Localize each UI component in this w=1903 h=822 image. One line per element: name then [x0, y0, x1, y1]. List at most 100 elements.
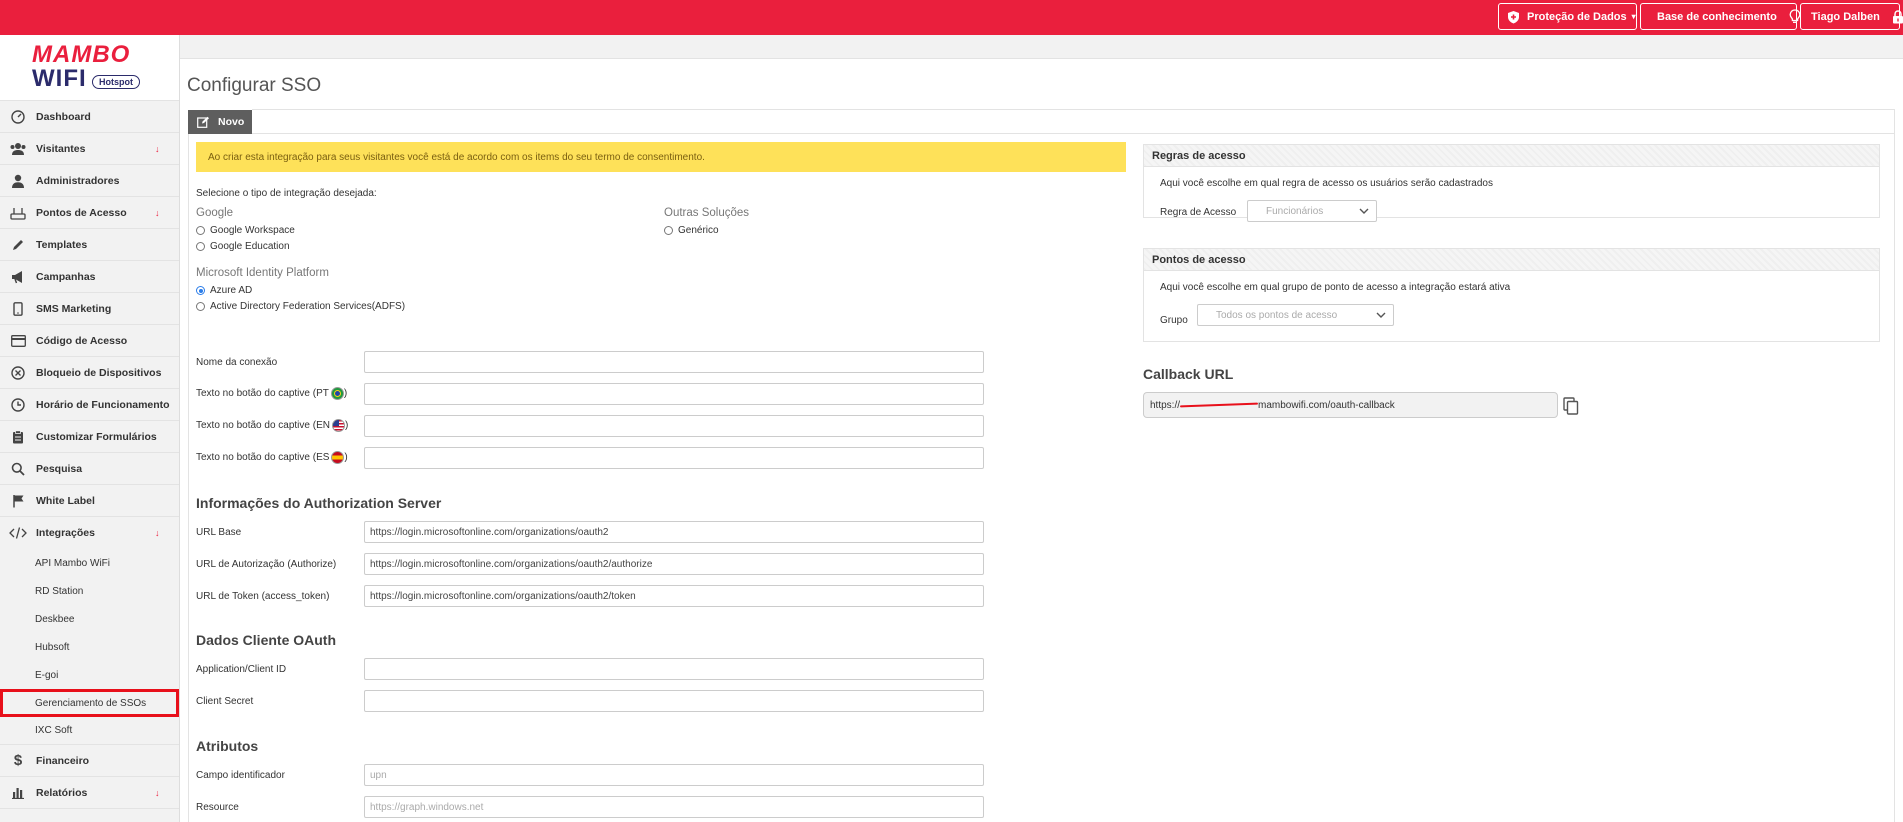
sidebar-subitem-e-goi[interactable]: E-goi: [0, 661, 179, 689]
sidebar-subitem-ixc-soft[interactable]: IXC Soft: [0, 717, 179, 745]
captive-es-label: Texto no botão do captive (ES ): [196, 451, 348, 464]
radio-label: Genérico: [678, 225, 719, 236]
captive-en-input[interactable]: [364, 415, 984, 437]
resource-label: Resource: [196, 802, 239, 813]
authorize-url-input[interactable]: https://login.microsoftonline.com/organi…: [364, 553, 984, 575]
lock-icon: [1892, 9, 1903, 23]
knowledge-base-button[interactable]: Base de conhecimento: [1640, 3, 1801, 30]
sidebar-item-pontos-de-acesso[interactable]: Pontos de Acesso ↓: [0, 197, 179, 229]
captive-es-input[interactable]: [364, 447, 984, 469]
knowledge-base-label: Base de conhecimento: [1657, 10, 1777, 23]
tab-novo[interactable]: Novo: [188, 110, 252, 134]
resource-input[interactable]: https://graph.windows.net: [364, 796, 984, 818]
radio-label: Google Education: [210, 241, 290, 252]
usa-flag-icon: [331, 419, 345, 432]
code-icon: [9, 525, 27, 541]
access-rules-description: Aqui você escolhe em qual regra de acess…: [1160, 178, 1493, 189]
radio-button[interactable]: [664, 226, 673, 235]
sidebar-item-label: Integrações: [36, 527, 95, 539]
client-id-label: Application/Client ID: [196, 664, 287, 675]
radio-button[interactable]: [196, 242, 205, 251]
user-menu-button[interactable]: Tiago Dalben: [1800, 3, 1903, 30]
base-url-input[interactable]: https://login.microsoftonline.com/organi…: [364, 521, 984, 543]
sidebar-item-administradores[interactable]: Administradores: [0, 165, 179, 197]
sidebar-item-financeiro[interactable]: $ Financeiro: [0, 745, 179, 777]
users-icon: [9, 141, 27, 157]
brand-badge: Hotspot: [92, 75, 140, 89]
sidebar-item-codigo-de-acesso[interactable]: Código de Acesso: [0, 325, 179, 357]
sidebar-item-bloqueio-de-dispositivos[interactable]: Bloqueio de Dispositivos: [0, 357, 179, 389]
close-paren: ): [344, 452, 348, 463]
sidebar-item-label: SMS Marketing: [36, 302, 112, 315]
integration-type-prompt: Selecione o tipo de integração desejada:: [196, 188, 377, 199]
sidebar-item-relatorios[interactable]: Relatórios ↓: [0, 777, 179, 809]
sidebar-subitem-gerenciamento-de-ssos[interactable]: Gerenciamento de SSOs: [0, 689, 179, 717]
callback-url-field[interactable]: https:// mambowifi.com/oauth-callback: [1143, 392, 1558, 418]
sidebar-item-white-label[interactable]: White Label: [0, 485, 179, 517]
radio-label: Google Workspace: [210, 225, 295, 236]
main-content: Configurar SSO Novo Ao criar esta integr…: [180, 35, 1903, 822]
phone-icon: [9, 301, 27, 317]
copy-icon[interactable]: [1563, 397, 1579, 415]
sidebar-item-sms-marketing[interactable]: SMS Marketing: [0, 293, 179, 325]
sidebar-item-label: Templates: [36, 238, 88, 251]
sidebar-item-label: Pontos de Acesso: [36, 206, 127, 219]
sidebar-item-label: Dashboard: [36, 110, 91, 123]
shield-icon: [1508, 10, 1519, 23]
radio-button-selected[interactable]: [196, 286, 205, 295]
sidebar-item-label: Código de Acesso: [36, 334, 128, 347]
radio-label: Active Directory Federation Services(ADF…: [210, 301, 406, 312]
sidebar: MAMBO WIFI Hotspot Dashboard Visitantes …: [0, 35, 180, 822]
radio-button[interactable]: [196, 226, 205, 235]
sidebar-subitem-deskbee[interactable]: Deskbee: [0, 605, 179, 633]
radio-label: Azure AD: [210, 285, 253, 296]
redacted-mark: [1180, 401, 1258, 409]
clipboard-icon: [9, 429, 27, 445]
sidebar-item-dashboard[interactable]: Dashboard: [0, 101, 179, 133]
sidebar-item-visitantes[interactable]: Visitantes ↓: [0, 133, 179, 165]
expand-arrow-icon: ↓: [155, 788, 160, 798]
identifier-input[interactable]: upn: [364, 764, 984, 786]
sidebar-item-label: Horário de Funcionamento: [36, 398, 170, 411]
microsoft-section-label: Microsoft Identity Platform: [196, 267, 329, 279]
radio-google-workspace[interactable]: Google Workspace: [196, 225, 295, 236]
data-protection-button[interactable]: Proteção de Dados ▾: [1498, 3, 1637, 30]
chevron-down-icon: [1359, 208, 1369, 214]
block-icon: [9, 365, 27, 381]
brand-logo[interactable]: MAMBO WIFI Hotspot: [0, 35, 179, 101]
captive-pt-input[interactable]: [364, 383, 984, 405]
sidebar-item-horario-de-funcionamento[interactable]: Horário de Funcionamento: [0, 389, 179, 421]
sidebar-item-campanhas[interactable]: Campanhas: [0, 261, 179, 293]
radio-button[interactable]: [196, 302, 205, 311]
group-select[interactable]: Todos os pontos de acesso: [1197, 304, 1394, 326]
search-icon: [9, 461, 27, 477]
tab-novo-label: Novo: [218, 116, 245, 128]
megaphone-icon: [9, 269, 27, 285]
sidebar-item-label: White Label: [36, 494, 95, 507]
sidebar-item-customizar-formularios[interactable]: Customizar Formulários: [0, 421, 179, 453]
tab-bar-line: [252, 109, 1895, 134]
sidebar-subitem-hubsoft[interactable]: Hubsoft: [0, 633, 179, 661]
client-secret-input[interactable]: [364, 690, 984, 712]
radio-azure-ad[interactable]: Azure AD: [196, 285, 252, 296]
caret-down-icon: ▾: [1631, 12, 1636, 21]
access-rule-select[interactable]: Funcionários: [1247, 200, 1377, 222]
radio-google-education[interactable]: Google Education: [196, 241, 290, 252]
captive-pt-label: Texto no botão do captive (PT ): [196, 387, 347, 400]
token-url-input[interactable]: https://login.microsoftonline.com/organi…: [364, 585, 984, 607]
oauth-heading: Dados Cliente OAuth: [196, 632, 337, 648]
access-rules-title: Regras de acesso: [1144, 145, 1879, 167]
sidebar-subitem-rd-station[interactable]: RD Station: [0, 577, 179, 605]
sidebar-item-integracoes[interactable]: Integrações ↓: [0, 517, 179, 549]
radio-adfs[interactable]: Active Directory Federation Services(ADF…: [196, 301, 405, 312]
sidebar-item-templates[interactable]: Templates: [0, 229, 179, 261]
sidebar-subitem-api-mambo-wifi[interactable]: API Mambo WiFi: [0, 549, 179, 577]
consent-alert: Ao criar esta integração para seus visit…: [196, 142, 1126, 172]
callback-url-suffix: mambowifi.com/oauth-callback: [1258, 399, 1395, 411]
sidebar-item-pesquisa[interactable]: Pesquisa: [0, 453, 179, 485]
radio-generico[interactable]: Genérico: [664, 225, 719, 236]
sidebar-item-label: Relatórios: [36, 786, 88, 799]
group-label: Grupo: [1160, 315, 1188, 326]
connection-name-input[interactable]: [364, 351, 984, 373]
client-id-input[interactable]: [364, 658, 984, 680]
